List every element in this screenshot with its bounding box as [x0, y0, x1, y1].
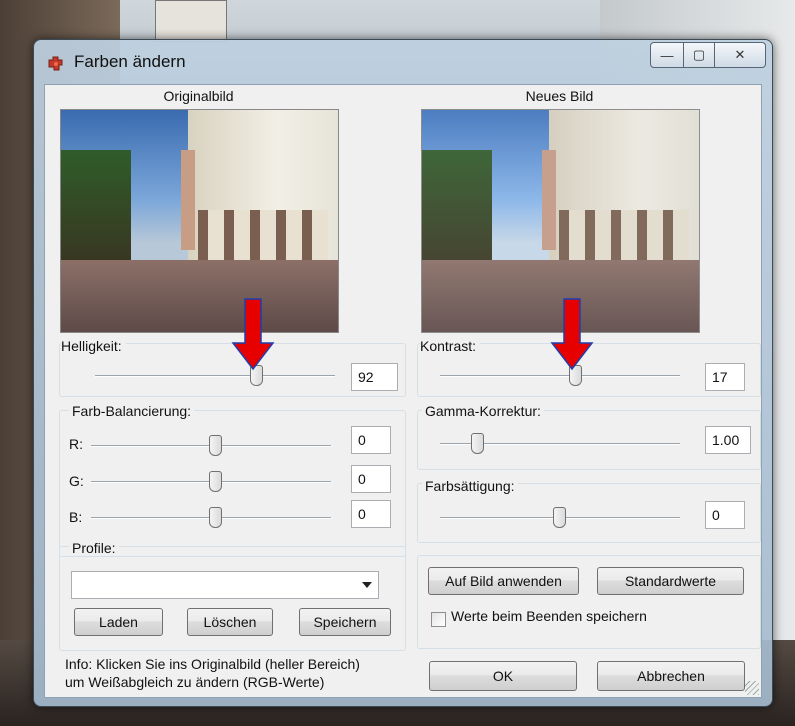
puzzle-app-icon	[48, 56, 63, 71]
gamma-value-field[interactable]: 1.00	[705, 426, 751, 454]
close-button[interactable]: ✕	[715, 42, 766, 68]
original-image[interactable]	[60, 109, 339, 333]
title-bar[interactable]: Farben ändern — ▢ ✕	[34, 40, 772, 84]
info-text-line-2: um Weißabgleich zu ändern (RGB-Werte)	[65, 674, 325, 690]
green-slider-thumb[interactable]	[209, 471, 222, 492]
red-channel-label: R:	[69, 436, 83, 452]
saturation-label: Farbsättigung:	[422, 478, 518, 494]
blue-channel-label: B:	[69, 509, 83, 525]
cancel-button[interactable]: Abbrechen	[597, 661, 745, 691]
resize-grip[interactable]	[745, 681, 759, 695]
new-image-caption: Neues Bild	[525, 88, 594, 104]
saturation-value-field[interactable]: 0	[705, 501, 745, 529]
delete-profile-button[interactable]: Löschen	[187, 608, 273, 636]
profile-select[interactable]	[71, 571, 379, 599]
colors-dialog: Farben ändern — ▢ ✕ Originalbild Neues B…	[33, 39, 773, 707]
color-balance-label: Farb-Balancierung:	[69, 403, 195, 419]
chevron-down-icon	[362, 582, 372, 588]
info-text-line-1: Info: Klicken Sie ins Originalbild (hell…	[65, 656, 360, 672]
green-value-field[interactable]: 0	[351, 465, 391, 493]
contrast-value-field[interactable]: 17	[705, 363, 745, 391]
profiles-label: Profile:	[69, 540, 119, 556]
green-channel-label: G:	[69, 473, 84, 489]
brightness-value-field[interactable]: 92	[351, 363, 398, 391]
save-profile-button[interactable]: Speichern	[299, 608, 391, 636]
window-title: Farben ändern	[74, 52, 186, 71]
load-profile-button[interactable]: Laden	[74, 608, 163, 636]
red-slider-thumb[interactable]	[209, 435, 222, 456]
defaults-button[interactable]: Standardwerte	[597, 567, 744, 595]
gamma-label: Gamma-Korrektur:	[422, 403, 544, 419]
brightness-label: Helligkeit:	[61, 338, 126, 354]
blue-slider-thumb[interactable]	[209, 507, 222, 528]
red-value-field[interactable]: 0	[351, 426, 391, 454]
ok-button[interactable]: OK	[429, 661, 577, 691]
contrast-slider-track[interactable]	[440, 375, 680, 377]
gamma-slider-thumb[interactable]	[471, 433, 484, 454]
blue-value-field[interactable]: 0	[351, 500, 391, 528]
saturation-slider-thumb[interactable]	[553, 507, 566, 528]
minimize-button[interactable]: —	[650, 42, 684, 68]
original-image-caption: Originalbild	[163, 88, 234, 104]
maximize-icon: ▢	[692, 47, 706, 62]
maximize-button[interactable]: ▢	[684, 42, 715, 68]
background-window	[155, 0, 227, 42]
brightness-slider-track[interactable]	[95, 375, 335, 377]
annotation-arrow-brightness	[231, 298, 275, 371]
save-on-exit-label: Werte beim Beenden speichern	[451, 608, 647, 624]
dialog-client-area: Originalbild Neues Bild Helligkeit: 92 K…	[44, 84, 762, 698]
minimize-icon: —	[660, 47, 674, 63]
apply-to-image-button[interactable]: Auf Bild anwenden	[428, 567, 579, 595]
close-icon: ✕	[734, 47, 746, 62]
contrast-label: Kontrast:	[420, 338, 481, 354]
save-on-exit-checkbox[interactable]	[431, 612, 446, 627]
annotation-arrow-contrast	[550, 298, 594, 371]
